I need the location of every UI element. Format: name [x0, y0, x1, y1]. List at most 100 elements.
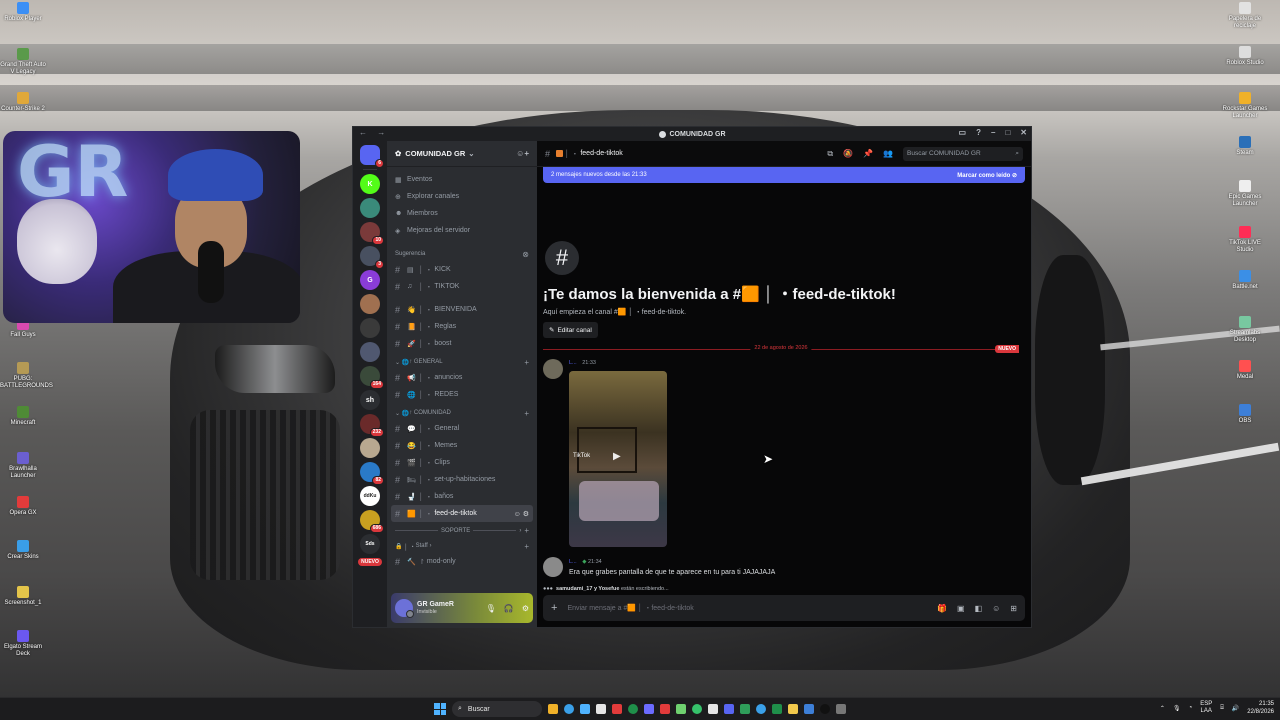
server-icon[interactable] [360, 294, 380, 314]
maximize-icon[interactable]: □ [1005, 128, 1010, 137]
channel-mod-only[interactable]: # 🔨 ↾ mod-only [391, 553, 533, 570]
headphones-icon[interactable]: 🎧 [504, 604, 514, 613]
taskbar-app-icon[interactable] [708, 704, 718, 714]
taskbar-app-icon[interactable] [724, 704, 734, 714]
avatar[interactable] [395, 599, 414, 618]
channel-item[interactable]: # 😂 │ ・ Memes [391, 437, 533, 454]
server-icon[interactable]: sh [360, 390, 380, 410]
taskbar-app-icon[interactable] [772, 704, 782, 714]
members-list-icon[interactable]: 👥 [883, 149, 893, 158]
emoji-icon[interactable]: ☺ [992, 604, 1000, 613]
taskbar-app-icon[interactable] [788, 704, 798, 714]
taskbar-app-icon[interactable] [692, 704, 702, 714]
category-sugerencia[interactable]: Sugerencia ⊗ [391, 247, 533, 261]
edit-channel-button[interactable]: ✎ Editar canal [543, 322, 598, 338]
category-soporte[interactable]: SOPORTE › + [391, 522, 533, 539]
taskbar-app-icon[interactable] [612, 704, 622, 714]
server-icon[interactable]: Sds [360, 534, 380, 554]
server-icon[interactable]: 3 [360, 246, 384, 269]
invite-user-icon[interactable]: ☺+ [516, 149, 529, 158]
server-icon[interactable]: 164 [360, 366, 384, 389]
server-icon[interactable]: 82 [360, 462, 384, 485]
search-input[interactable]: Buscar COMUNIDAD GR ⌕ [903, 146, 1023, 161]
desktop-icon[interactable]: Brawlhalla Launcher [0, 452, 46, 480]
message-author[interactable]: L... [569, 360, 577, 366]
inbox-icon[interactable]: ▭ [959, 128, 967, 137]
desktop-icon[interactable]: Streamlabs Desktop [1222, 316, 1268, 344]
taskbar-app-icon[interactable] [580, 704, 590, 714]
category-staff[interactable]: 🔒 │ ・ Staff › + [391, 539, 533, 553]
desktop-icon[interactable]: Crear Skins [0, 540, 46, 561]
desktop-icon[interactable]: Opera GX [0, 496, 46, 517]
network-icon[interactable]: ⌸ [1220, 705, 1224, 712]
taskbar-app-icon[interactable] [820, 704, 830, 714]
desktop-icon[interactable]: Minecraft [0, 406, 46, 427]
server-icon[interactable]: K [360, 174, 380, 194]
taskbar-app-icon[interactable] [628, 704, 638, 714]
message-author[interactable]: L... [569, 559, 577, 565]
play-icon[interactable]: ▶ [613, 451, 621, 462]
taskbar-app-icon[interactable] [756, 704, 766, 714]
gif-icon[interactable]: ▣ [957, 604, 965, 613]
channel-item[interactable]: # 🌐 │ ・ REDES [391, 386, 533, 403]
invite-icon[interactable]: ☺ [514, 511, 521, 518]
server-icon[interactable] [360, 438, 380, 458]
server-icon[interactable] [360, 198, 380, 218]
channel-item[interactable]: # 💬 │ ・ General [391, 420, 533, 437]
close-suggestion-icon[interactable]: ⊗ [522, 250, 529, 259]
server-icon[interactable]: 232 [360, 414, 384, 437]
taskbar-search[interactable]: ⌕ Buscar [452, 701, 542, 717]
desktop-icon[interactable]: Epic Games Launcher [1222, 180, 1268, 208]
channel-item[interactable]: # ♫ │ ・ TIKTOK [391, 278, 533, 295]
sidebar-nav-item[interactable]: ☻ Miembros [391, 205, 533, 222]
volume-icon[interactable]: 🔊 [1232, 705, 1239, 712]
mark-as-read-button[interactable]: Marcar como leído ⊘ [957, 172, 1017, 179]
desktop-icon[interactable]: Battle.net [1222, 270, 1268, 291]
taskbar-app-icon[interactable] [836, 704, 846, 714]
channel-item[interactable]: # 📙 │ ・ Reglas [391, 318, 533, 335]
taskbar-app-icon[interactable] [548, 704, 558, 714]
channel-item[interactable]: # 👋 │ ・ BIENVENIDA [391, 301, 533, 318]
gear-icon[interactable]: ⚙ [523, 511, 529, 518]
mute-bell-icon[interactable]: 🔕 [843, 149, 853, 158]
attach-plus-icon[interactable]: + [551, 602, 557, 614]
clock[interactable]: 21:35 22/8/2026 [1247, 700, 1274, 716]
gift-icon[interactable]: 🎁 [937, 604, 947, 613]
video-attachment[interactable]: TikTok ▶ [569, 371, 667, 547]
desktop-icon[interactable]: Steam [1222, 136, 1268, 157]
add-channel-icon[interactable]: + [524, 409, 529, 418]
desktop-icon[interactable]: Counter-Strike 2 [0, 92, 46, 113]
server-icon[interactable] [360, 342, 380, 362]
add-channel-icon[interactable]: + [524, 358, 529, 367]
desktop-icon[interactable]: Rockstar Games Launcher [1222, 92, 1268, 120]
sidebar-nav-item[interactable]: ◈ Mejoras del servidor [391, 222, 533, 239]
sidebar-nav-item[interactable]: ▦ Eventos [391, 171, 533, 188]
language-indicator[interactable]: ESP LAA [1200, 701, 1212, 715]
desktop-icon[interactable]: Elgato Stream Deck [0, 630, 46, 658]
add-channel-icon[interactable]: + [524, 526, 529, 535]
apps-icon[interactable]: ⊞ [1010, 604, 1017, 613]
channel-item[interactable]: # ▤ │ ・ KICK [391, 261, 533, 278]
desktop-icon[interactable]: PUBG: BATTLEGROUNDS [0, 362, 53, 390]
add-channel-icon[interactable]: + [524, 542, 529, 551]
server-icon[interactable]: 10 [360, 222, 384, 245]
server-icon[interactable] [360, 318, 380, 338]
taskbar-app-icon[interactable] [804, 704, 814, 714]
server-icon[interactable]: 6 [360, 145, 384, 168]
microphone-icon[interactable]: 🎙 [486, 604, 496, 613]
user-panel[interactable]: GR GameR Invisible 🎙 🎧 ⚙ [391, 593, 533, 623]
server-icon[interactable]: G [360, 270, 380, 290]
chevron-up-icon[interactable]: ⌃ [1160, 705, 1165, 712]
pin-icon[interactable]: 📌 [863, 149, 873, 158]
close-icon[interactable]: ✕ [1020, 128, 1027, 137]
server-icon[interactable]: ddKu [360, 486, 380, 506]
message-input[interactable]: + Enviar mensaje a #🟧 │ ・feed-de-tiktok … [543, 595, 1025, 621]
desktop-icon[interactable]: Roblox Player [0, 2, 46, 23]
minimize-icon[interactable]: – [991, 128, 995, 137]
threads-icon[interactable]: ⧉ [827, 149, 833, 159]
taskbar-app-icon[interactable] [676, 704, 686, 714]
avatar[interactable] [543, 557, 563, 577]
channel-feed-de-tiktok[interactable]: # 🟧 │ ・ feed-de-tiktok ☺ ⚙ [391, 505, 533, 522]
desktop-icon[interactable]: Grand Theft Auto V Legacy [0, 48, 46, 76]
new-messages-bar[interactable]: 2 mensajes nuevos desde las 21:33 Marcar… [543, 167, 1025, 183]
